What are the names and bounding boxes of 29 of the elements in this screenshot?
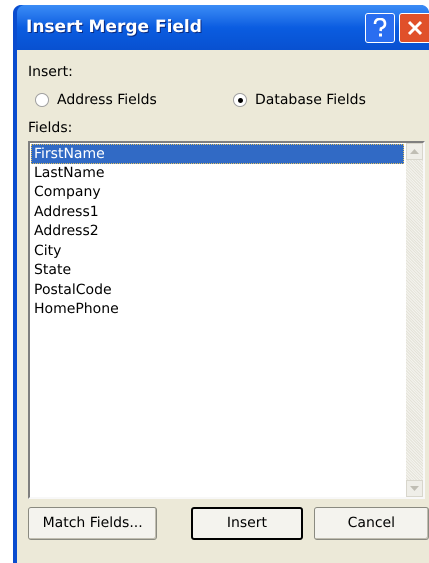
help-icon xyxy=(373,18,387,38)
list-item[interactable]: HomePhone xyxy=(31,300,404,320)
up-arrow-icon xyxy=(410,149,419,154)
down-arrow-icon xyxy=(410,486,419,491)
insert-label: Insert: xyxy=(28,63,74,82)
list-item[interactable]: FirstName xyxy=(31,144,404,164)
dialog-button[interactable]: Match Fields... xyxy=(28,507,158,540)
close-button[interactable] xyxy=(399,12,429,42)
list-item[interactable]: State xyxy=(31,261,404,280)
scroll-down-button[interactable] xyxy=(406,480,423,497)
radio-button[interactable] xyxy=(35,93,49,107)
list-item[interactable]: Address1 xyxy=(31,202,404,222)
fields-label: Fields: xyxy=(28,119,74,138)
radio-label[interactable]: Address Fields xyxy=(57,90,157,110)
list-item[interactable]: City xyxy=(31,242,404,261)
dialog-button[interactable]: Cancel xyxy=(314,507,429,540)
fields-list[interactable]: FirstName LastName Company Address1 Address2 City State PostalCode HomePhone xyxy=(28,141,425,499)
window-title: Insert Merge Field xyxy=(26,16,202,39)
scrollbar[interactable] xyxy=(406,143,423,497)
list-item[interactable]: Address2 xyxy=(31,222,404,242)
dialog-button[interactable]: Insert xyxy=(191,507,303,540)
radio-label[interactable]: Database Fields xyxy=(255,90,366,110)
help-button[interactable] xyxy=(365,12,395,42)
close-icon xyxy=(406,20,422,36)
list-item[interactable]: PostalCode xyxy=(31,280,404,300)
list-item[interactable]: Company xyxy=(31,183,404,202)
scroll-up-button[interactable] xyxy=(406,143,423,160)
list-item[interactable]: LastName xyxy=(31,164,404,183)
radio-button[interactable] xyxy=(233,93,247,107)
